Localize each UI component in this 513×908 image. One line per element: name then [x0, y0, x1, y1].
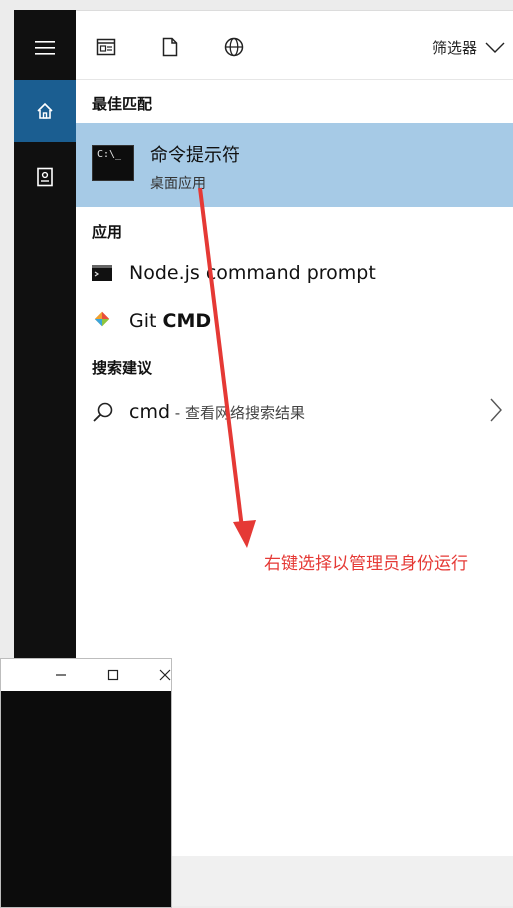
chevron-down-icon — [485, 42, 505, 53]
command-prompt-icon: C:\_ — [92, 145, 134, 181]
console-icon — [92, 265, 112, 281]
console-body[interactable] — [1, 691, 171, 907]
globe-icon — [224, 37, 244, 57]
best-match-subtitle: 桌面应用 — [150, 176, 206, 192]
search-icon — [93, 402, 113, 422]
chevron-right-icon[interactable] — [489, 397, 503, 423]
console-window[interactable] — [0, 658, 172, 908]
document-icon — [162, 37, 178, 57]
home-button[interactable] — [14, 80, 76, 142]
suggestion-label: cmd - 查看网络搜索结果 — [129, 401, 305, 423]
filter-dropdown[interactable]: 筛选器 — [432, 37, 505, 58]
minimize-icon — [56, 674, 66, 676]
app-item-git-cmd[interactable]: Git CMD — [76, 299, 513, 345]
web-filter-button[interactable] — [222, 35, 246, 59]
hamburger-icon — [35, 41, 55, 55]
app-label: Node.js command prompt — [129, 262, 376, 284]
console-titlebar[interactable] — [1, 659, 171, 691]
home-icon — [37, 102, 53, 119]
app-label: Git CMD — [129, 310, 212, 332]
app-window-icon — [96, 38, 116, 56]
search-toolbar: 筛选器 — [76, 11, 513, 80]
close-button[interactable] — [151, 663, 179, 687]
apps-header: 应用 — [92, 223, 123, 241]
git-icon — [94, 311, 110, 327]
start-sidebar — [14, 10, 76, 674]
best-match-title: 命令提示符 — [150, 145, 240, 166]
menu-button[interactable] — [14, 20, 76, 76]
close-icon — [159, 669, 171, 681]
notebook-icon — [37, 167, 53, 187]
maximize-button[interactable] — [99, 663, 127, 687]
best-match-header: 最佳匹配 — [92, 95, 153, 113]
minimize-button[interactable] — [47, 663, 75, 687]
best-match-item[interactable]: C:\_ 命令提示符 桌面应用 — [76, 123, 513, 207]
web-suggestion-item[interactable]: cmd - 查看网络搜索结果 — [76, 391, 513, 435]
notebook-button[interactable] — [14, 146, 76, 208]
documents-filter-button[interactable] — [158, 35, 182, 59]
apps-filter-button[interactable] — [94, 35, 118, 59]
app-item-node[interactable]: Node.js command prompt — [76, 251, 513, 297]
annotation-text: 右键选择以管理员身份运行 — [264, 554, 468, 574]
suggestions-header: 搜索建议 — [92, 359, 153, 377]
maximize-icon — [107, 669, 119, 681]
filter-label: 筛选器 — [431, 39, 477, 57]
